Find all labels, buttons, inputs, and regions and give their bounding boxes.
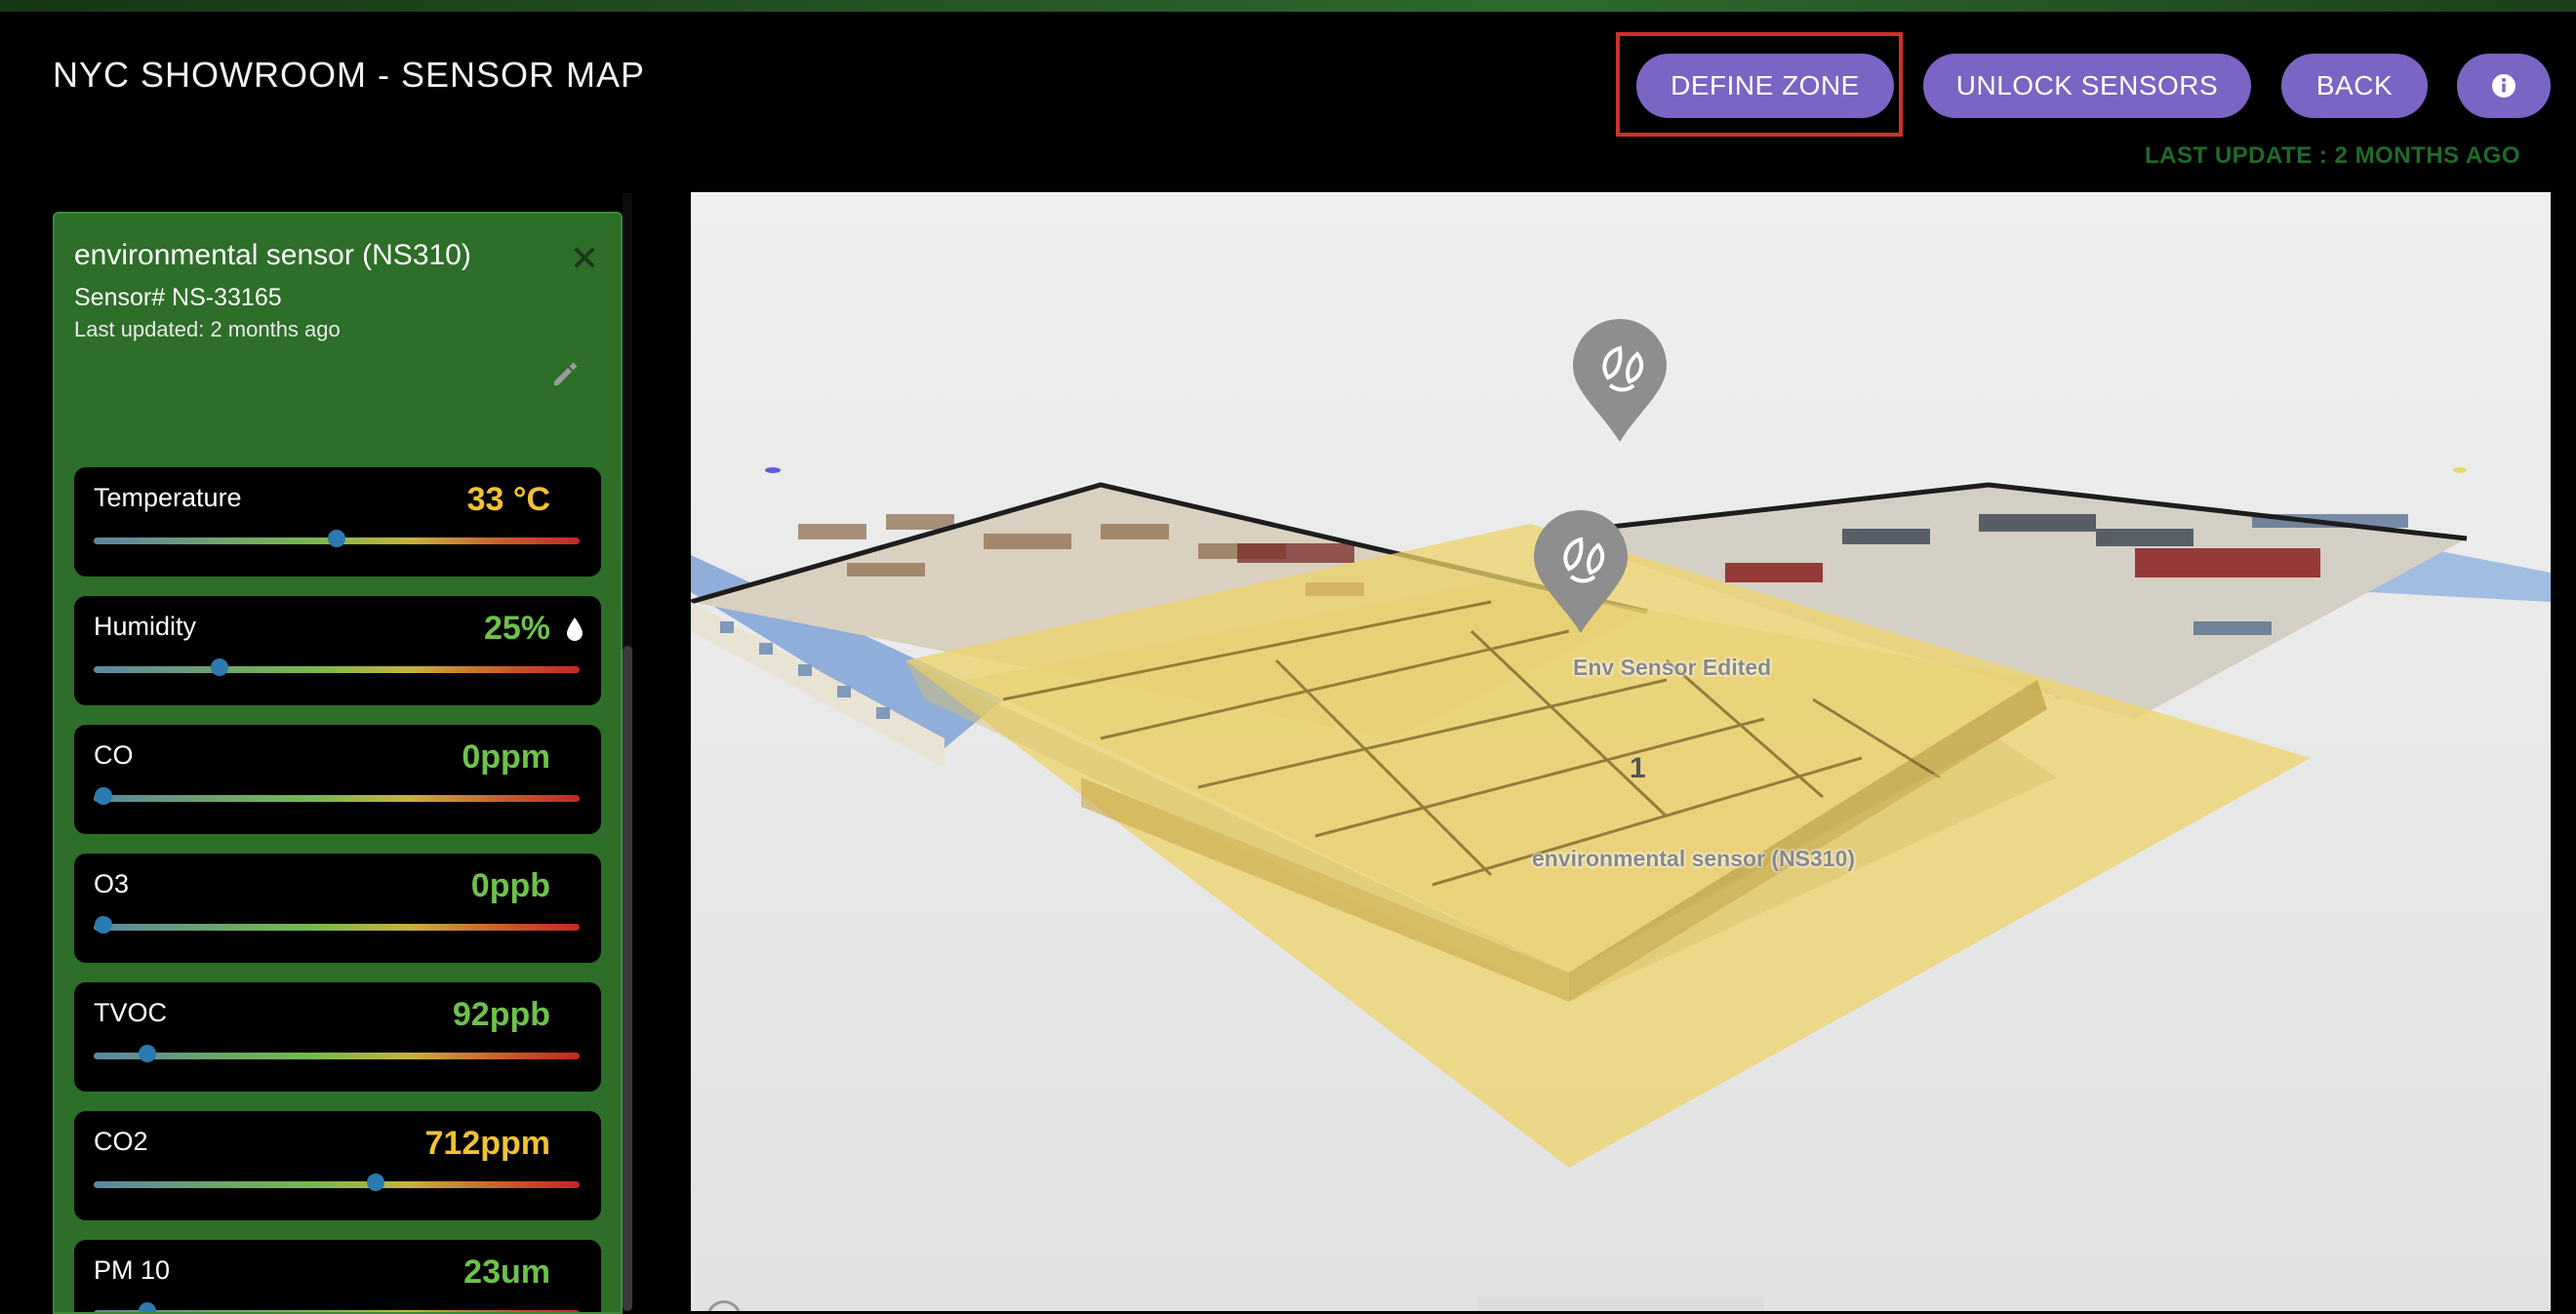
sensor-title: environmental sensor (NS310) bbox=[74, 239, 471, 271]
close-icon[interactable] bbox=[570, 243, 599, 272]
map-marker-dot bbox=[765, 467, 781, 473]
reading-level-marker bbox=[328, 530, 345, 547]
reading-card-co[interactable]: CO 0ppm bbox=[74, 725, 601, 834]
reading-value: 23um bbox=[463, 1254, 550, 1291]
panel-scrollbar-thumb[interactable] bbox=[623, 646, 632, 1311]
info-icon bbox=[2492, 74, 2516, 98]
reading-card-co2[interactable]: CO2 712ppm bbox=[74, 1111, 601, 1220]
reading-value: 0ppm bbox=[462, 738, 550, 776]
reading-scale-bar bbox=[94, 1053, 580, 1059]
reading-scale-bar bbox=[94, 924, 580, 931]
floor-plan-map[interactable]: Env Sensor Edited 1 environmental sensor… bbox=[691, 192, 2551, 1311]
unlock-sensors-button[interactable]: UNLOCK SENSORS bbox=[1923, 54, 2251, 118]
reading-name: Temperature bbox=[94, 483, 242, 512]
reading-level-marker bbox=[94, 787, 112, 805]
reading-card-pm10[interactable]: PM 10 23um bbox=[74, 1240, 601, 1312]
sensor-detail-panel: environmental sensor (NS310) Sensor# NS-… bbox=[53, 212, 623, 1314]
reading-value: 33 °C bbox=[466, 481, 550, 518]
reading-value: 712ppm bbox=[424, 1125, 551, 1162]
reading-value: 92ppb bbox=[452, 996, 550, 1033]
reading-level-marker bbox=[211, 658, 229, 676]
last-update-text: LAST UPDATE : 2 MONTHS AGO bbox=[2145, 142, 2520, 169]
reading-level-marker bbox=[94, 916, 112, 934]
sensor-serial: Sensor# NS-33165 bbox=[74, 284, 282, 311]
reading-value: 0ppb bbox=[470, 867, 550, 904]
reading-scale-bar bbox=[94, 1181, 580, 1188]
reading-name: CO bbox=[94, 740, 134, 770]
reading-name: CO2 bbox=[94, 1127, 148, 1156]
reading-name: Humidity bbox=[94, 612, 197, 641]
info-button[interactable] bbox=[2457, 54, 2551, 118]
reading-scale-bar bbox=[94, 666, 580, 673]
pin-label[interactable]: Env Sensor Edited bbox=[1573, 655, 1771, 681]
highlight-box bbox=[1616, 32, 1903, 137]
sensor-map-pin-selected[interactable] bbox=[1532, 510, 1630, 633]
back-button[interactable]: BACK bbox=[2281, 54, 2428, 118]
map-marker-dot bbox=[2453, 467, 2467, 473]
reading-level-marker bbox=[138, 1302, 156, 1312]
reading-value: 25% bbox=[483, 610, 550, 647]
sensor-last-updated: Last updated: 2 months ago bbox=[74, 317, 341, 341]
reading-level-marker bbox=[366, 1174, 384, 1191]
reading-scale-bar bbox=[94, 795, 580, 802]
page-title: NYC SHOWROOM - SENSOR MAP bbox=[53, 55, 646, 95]
top-accent-bar bbox=[0, 0, 2576, 12]
map-bottom-toolbar[interactable] bbox=[1477, 1296, 1764, 1311]
reading-name: TVOC bbox=[94, 998, 168, 1027]
pencil-edit-icon[interactable] bbox=[548, 358, 580, 389]
reading-name: PM 10 bbox=[94, 1255, 171, 1285]
reading-card-humidity[interactable]: Humidity 25% bbox=[74, 596, 601, 705]
pin-badge: 1 bbox=[1630, 752, 1646, 784]
water-drop-icon bbox=[567, 617, 583, 641]
pin-label[interactable]: environmental sensor (NS310) bbox=[1532, 846, 1855, 872]
reading-name: O3 bbox=[94, 869, 130, 898]
sensor-map-pin[interactable] bbox=[1571, 319, 1669, 442]
reading-card-temperature[interactable]: Temperature 33 °C bbox=[74, 467, 601, 577]
reading-card-tvoc[interactable]: TVOC 92ppb bbox=[74, 982, 601, 1092]
reading-card-o3[interactable]: O3 0ppb bbox=[74, 854, 601, 963]
reading-level-marker bbox=[138, 1045, 156, 1062]
